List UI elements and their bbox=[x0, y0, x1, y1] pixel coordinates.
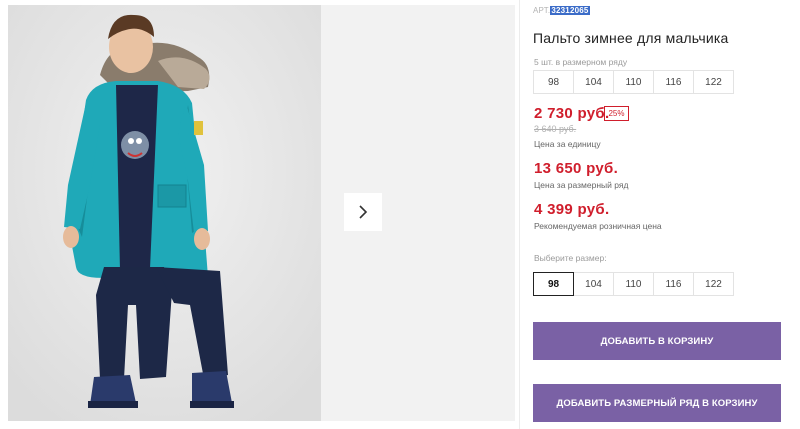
size-row-list: 98 104 110 116 122 bbox=[533, 70, 734, 94]
size-row-item: 122 bbox=[693, 70, 734, 94]
discount-badge: 25% bbox=[604, 106, 629, 121]
panel-divider bbox=[519, 0, 520, 429]
size-row-item: 116 bbox=[653, 70, 694, 94]
size-option-104[interactable]: 104 bbox=[573, 272, 614, 296]
gallery-next-button[interactable] bbox=[344, 193, 382, 231]
add-size-row-to-cart-button[interactable]: ДОБАВИТЬ РАЗМЕРНЫЙ РЯД В КОРЗИНУ bbox=[533, 384, 781, 422]
unit-price: 2 730 руб. bbox=[534, 105, 610, 122]
article-number-value: 32312065 bbox=[550, 6, 590, 15]
size-row-item: 98 bbox=[533, 70, 574, 94]
article-number: АРТ.32312065 bbox=[533, 6, 590, 15]
size-option-116[interactable]: 116 bbox=[653, 272, 694, 296]
size-select-caption: Выберите размер: bbox=[534, 253, 607, 263]
retail-price-label: Рекомендуемая розничная цена bbox=[534, 221, 662, 231]
boy-in-winter-coat-image bbox=[8, 5, 321, 421]
size-select-list: 98 104 110 116 122 bbox=[533, 272, 734, 296]
size-row-caption: 5 шт. в размерном ряду bbox=[534, 57, 628, 67]
row-price: 13 650 руб. bbox=[534, 160, 619, 177]
product-title: Пальто зимнее для мальчика bbox=[533, 30, 729, 46]
size-row-item: 104 bbox=[573, 70, 614, 94]
size-row-item: 110 bbox=[613, 70, 654, 94]
unit-price-label: Цена за единицу bbox=[534, 139, 601, 149]
product-gallery bbox=[0, 0, 515, 429]
add-to-cart-button[interactable]: ДОБАВИТЬ В КОРЗИНУ bbox=[533, 322, 781, 360]
product-photo[interactable] bbox=[8, 5, 321, 421]
size-option-122[interactable]: 122 bbox=[693, 272, 734, 296]
retail-price: 4 399 руб. bbox=[534, 201, 610, 218]
chevron-right-icon bbox=[359, 205, 368, 219]
row-price-label: Цена за размерный ряд bbox=[534, 180, 629, 190]
old-price: 3 640 руб. bbox=[534, 124, 577, 134]
size-option-98[interactable]: 98 bbox=[533, 272, 574, 296]
article-label: АРТ. bbox=[533, 6, 551, 15]
size-option-110[interactable]: 110 bbox=[613, 272, 654, 296]
